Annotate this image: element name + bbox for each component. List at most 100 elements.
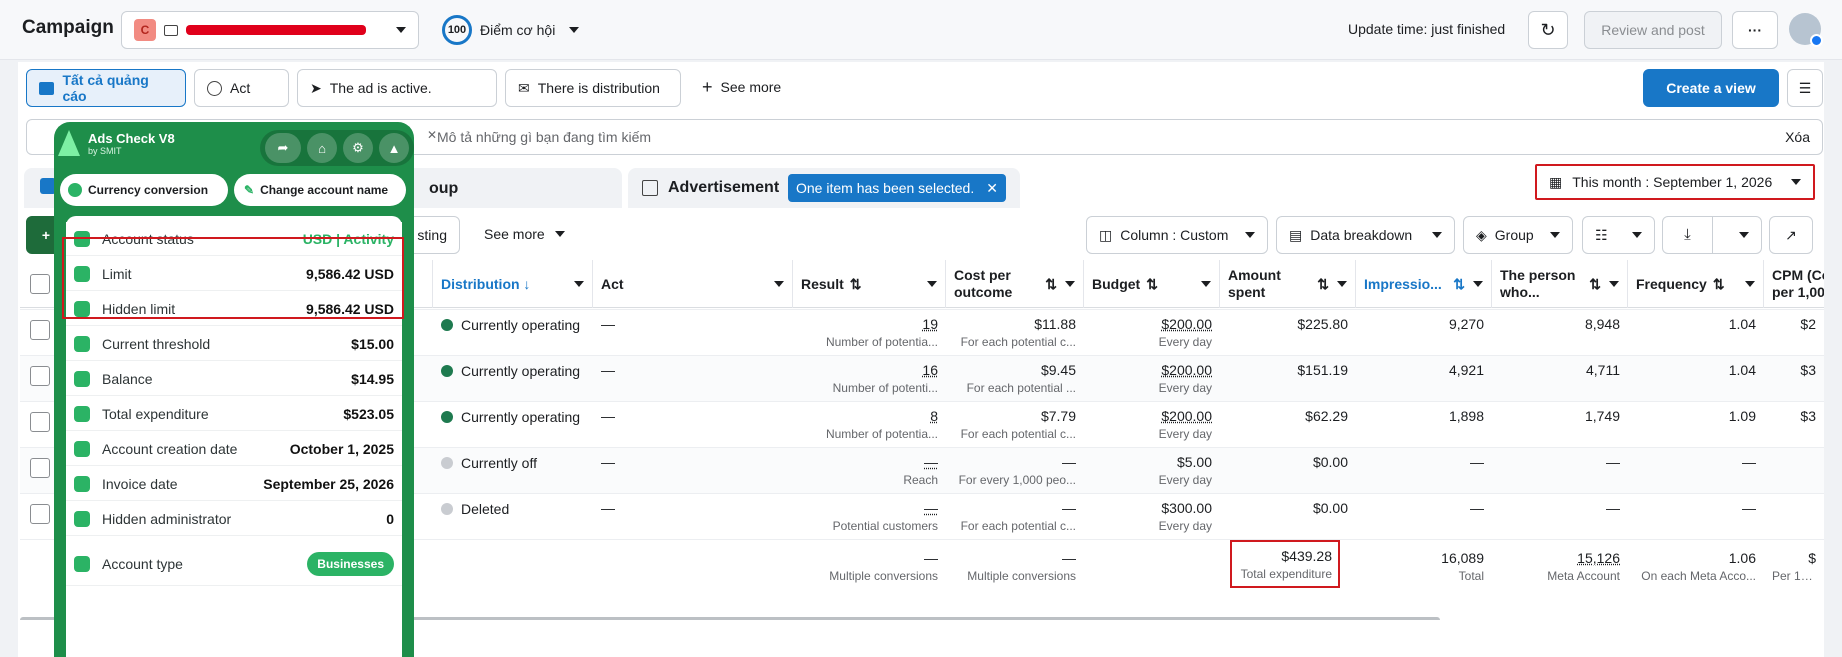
date-range-picker[interactable]: ▦ This month : September 1, 2026 bbox=[1535, 164, 1815, 200]
total-cpm: $ Per 1,000 impr bbox=[1764, 540, 1824, 595]
plus-icon: + bbox=[41, 227, 51, 243]
extension-row-value: $14.95 bbox=[351, 370, 394, 387]
frequency-cell: 1.04 bbox=[1628, 310, 1764, 356]
home-icon[interactable]: ⌂ bbox=[307, 133, 337, 163]
spent-cell: $225.80 bbox=[1220, 310, 1356, 356]
act-cell: — bbox=[593, 310, 793, 356]
more-options-button[interactable]: ··· bbox=[1732, 11, 1778, 49]
filter-distribution[interactable]: ✉ There is distribution bbox=[505, 69, 681, 107]
avatar[interactable] bbox=[1789, 13, 1823, 47]
person-value: 1,749 bbox=[1584, 408, 1620, 424]
row-checkbox[interactable] bbox=[30, 412, 50, 432]
change-tab-label: Change account name bbox=[260, 182, 389, 197]
spent-value: $151.19 bbox=[1297, 362, 1348, 378]
budget-sub: Every day bbox=[1158, 427, 1212, 441]
cost-value: — bbox=[1062, 500, 1076, 516]
cost-sub: For each potential c... bbox=[960, 335, 1076, 349]
facebook-icon bbox=[1810, 34, 1823, 47]
total-result: — Multiple conversions bbox=[793, 540, 946, 595]
refresh-button[interactable]: ↻ bbox=[1528, 11, 1568, 49]
currency-conversion-tab[interactable]: Currency conversion bbox=[60, 174, 228, 206]
column-header-impressions[interactable]: Impressio... ⇅ bbox=[1356, 260, 1492, 308]
data-breakdown-button[interactable]: ▤ Data breakdown bbox=[1276, 216, 1455, 254]
extension-row-label: Account creation date bbox=[102, 440, 238, 457]
close-icon[interactable]: ✕ bbox=[427, 128, 437, 142]
column-header-act[interactable]: Act bbox=[593, 260, 793, 308]
toolbar-see-more[interactable]: See more bbox=[484, 226, 565, 242]
frequency-cell: — bbox=[1628, 448, 1764, 494]
result-value[interactable]: — bbox=[801, 498, 938, 518]
see-more-filters[interactable]: + See more bbox=[702, 78, 781, 96]
total-frequency: 1.06 On each Meta Acco... bbox=[1628, 540, 1764, 595]
total-person-value[interactable]: 15,126 bbox=[1500, 548, 1620, 568]
calendar-icon: ▦ bbox=[1549, 173, 1563, 190]
row-checkbox[interactable] bbox=[30, 320, 50, 340]
filter-settings-button[interactable]: ☰ bbox=[1787, 69, 1823, 107]
budget-sub: Every day bbox=[1158, 335, 1212, 349]
selected-badge[interactable]: One item has been selected. ✕ bbox=[788, 174, 1006, 202]
extension-row-value[interactable]: Businesses bbox=[307, 551, 394, 576]
result-value[interactable]: 16 bbox=[801, 360, 938, 380]
column-header-distribution[interactable]: Distribution ↓ bbox=[433, 260, 593, 308]
column-header-cost-per-outcome[interactable]: Cost per outcome ⇅ bbox=[946, 260, 1084, 308]
report-icon: ☷ bbox=[1595, 226, 1608, 243]
column-header-amount-spent[interactable]: Amount spent ⇅ bbox=[1220, 260, 1356, 308]
threshold-icon bbox=[74, 335, 90, 352]
total-impr-value: 16,089 bbox=[1441, 550, 1484, 566]
filter-act[interactable]: Act bbox=[194, 69, 289, 107]
filter-distribution-label: There is distribution bbox=[537, 80, 660, 96]
result-value[interactable]: 8 bbox=[801, 406, 938, 426]
tab-advertisement[interactable]: Advertisement One item has been selected… bbox=[628, 168, 1020, 208]
chart-button[interactable]: ↗ bbox=[1769, 216, 1813, 254]
account-selector[interactable]: C bbox=[121, 11, 419, 49]
send-icon: ➤ bbox=[310, 79, 322, 96]
extension-header: Ads Check V8 by SMIT bbox=[58, 130, 175, 156]
account-icon bbox=[164, 24, 178, 36]
close-icon[interactable]: ✕ bbox=[986, 180, 998, 197]
export-button[interactable]: ⤓ bbox=[1662, 216, 1762, 254]
download-icon[interactable]: ⤓ bbox=[1663, 217, 1713, 253]
frequency-cell: 1.04 bbox=[1628, 356, 1764, 402]
filter-ad-active[interactable]: ➤ The ad is active. bbox=[297, 69, 497, 107]
row-checkbox[interactable] bbox=[30, 504, 50, 524]
spent-header-label: Amount spent bbox=[1228, 267, 1281, 300]
column-header-budget[interactable]: Budget ⇅ bbox=[1084, 260, 1220, 308]
group-button[interactable]: ◈ Group bbox=[1463, 216, 1573, 254]
column-header-frequency[interactable]: Frequency ⇅ bbox=[1628, 260, 1764, 308]
sort-icon: ⇅ bbox=[1453, 275, 1465, 292]
person-cell: 4,711 bbox=[1492, 356, 1628, 402]
cost-cell: — For every 1,000 peo... bbox=[946, 448, 1084, 494]
chevron-down-icon[interactable] bbox=[1739, 232, 1749, 238]
budget-value: $5.00 bbox=[1176, 454, 1212, 470]
cpm-value: $3 bbox=[1800, 362, 1816, 378]
share-icon[interactable]: ➦ bbox=[265, 133, 301, 163]
filter-all-ads[interactable]: Tất cả quảng cáo bbox=[26, 69, 186, 107]
change-account-name-tab[interactable]: ✎ Change account name bbox=[234, 174, 406, 206]
act-cell: — bbox=[593, 494, 793, 540]
column-header-result[interactable]: Result ⇅ bbox=[793, 260, 946, 308]
row-checkbox[interactable] bbox=[30, 366, 50, 386]
result-value[interactable]: 19 bbox=[801, 314, 938, 334]
search-input[interactable]: Mô tả những gì bạn đang tìm kiếm bbox=[437, 129, 651, 145]
column-header-person[interactable]: The person who... ⇅ bbox=[1492, 260, 1628, 308]
user-icon bbox=[74, 555, 90, 572]
chart-icon: ↗ bbox=[1785, 226, 1797, 243]
impressions-cell: 9,270 bbox=[1356, 310, 1492, 356]
total-spent-value: $439.28 bbox=[1281, 548, 1332, 564]
gear-icon[interactable]: ⚙ bbox=[343, 133, 373, 163]
budget-value: $300.00 bbox=[1161, 500, 1212, 516]
column-button[interactable]: ◫ Column : Custom bbox=[1086, 216, 1268, 254]
opportunity-score[interactable]: 100 Điểm cơ hội bbox=[442, 15, 580, 45]
extension-row-value: $523.05 bbox=[343, 405, 394, 422]
ads-check-extension: Ads Check V8 by SMIT ➦ ⌂ ⚙ ▲ Currency co… bbox=[54, 122, 414, 657]
clear-search-button[interactable]: Xóa bbox=[1785, 129, 1810, 145]
reports-button[interactable]: ☷ bbox=[1582, 216, 1655, 254]
review-and-post-button[interactable]: Review and post bbox=[1584, 11, 1722, 49]
column-header-cpm[interactable]: CPM (Cost per 1,000... bbox=[1764, 260, 1824, 308]
collapse-icon[interactable]: ▲ bbox=[379, 133, 409, 163]
breakdown-icon: ▤ bbox=[1289, 226, 1303, 243]
row-checkbox[interactable] bbox=[30, 458, 50, 478]
select-all-checkbox[interactable] bbox=[30, 274, 50, 294]
result-value[interactable]: — bbox=[801, 452, 938, 472]
create-view-button[interactable]: Create a view bbox=[1643, 69, 1779, 107]
